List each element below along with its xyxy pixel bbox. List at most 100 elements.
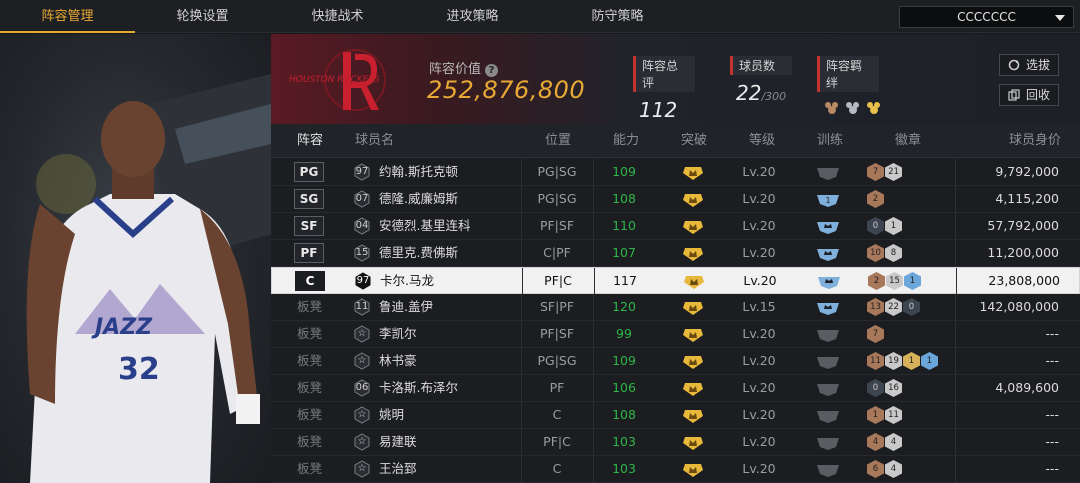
badge-silver-icon[interactable]: 8 (885, 244, 902, 262)
badge-gold-icon[interactable]: 1 (903, 352, 920, 370)
training-icon[interactable] (817, 408, 839, 423)
tab-lineup-management[interactable]: 阵容管理 (0, 0, 135, 33)
badge-silver-icon[interactable]: 4 (885, 460, 902, 478)
badge-bronze-icon[interactable]: 2 (868, 272, 885, 290)
row-player-name[interactable]: 安德烈.基里连科 (379, 213, 470, 239)
training-icon[interactable] (817, 354, 839, 369)
table-row[interactable]: C 97 卡尔.马龙 PF|C 117 Lv.20 2 15 1 23,808,000 (271, 267, 1080, 294)
row-jersey-number: 11 (355, 301, 369, 312)
training-icon[interactable]: 1 (817, 192, 839, 207)
row-player-name[interactable]: 德隆.威廉姆斯 (379, 186, 458, 212)
row-rating: 103 (612, 434, 636, 449)
row-player-name[interactable]: 约翰.斯托克顿 (379, 159, 458, 185)
table-row[interactable]: SG 07 德隆.威廉姆斯 PG|SG 108 Lv.20 1 2 4,115,200 (271, 186, 1080, 213)
badge-silver-icon[interactable]: 15 (886, 272, 903, 290)
training-icon[interactable] (817, 327, 839, 342)
badge-bronze-icon[interactable]: 6 (867, 460, 884, 478)
column-position[interactable]: 位置 (545, 124, 571, 158)
column-badges[interactable]: 徽章 (895, 124, 921, 158)
training-icon[interactable] (817, 219, 839, 234)
tab-defense-strategy[interactable]: 防守策略 (550, 0, 685, 33)
badge-bronze-icon[interactable]: 11 (867, 352, 884, 370)
row-level: Lv.20 (742, 434, 776, 449)
training-icon[interactable] (817, 165, 839, 180)
crown-icon[interactable] (684, 274, 704, 289)
table-row[interactable]: PF 15 德里克.费佛斯 C|PF 107 Lv.20 10 8 11,200,000 (271, 240, 1080, 267)
training-icon[interactable] (817, 462, 839, 477)
column-breakthrough[interactable]: 突破 (681, 124, 707, 158)
row-player-name[interactable]: 卡尔.马龙 (380, 268, 434, 294)
training-icon[interactable] (817, 435, 839, 450)
bond-group-icon-bronze[interactable] (823, 100, 841, 116)
badge-bronze-icon[interactable]: 7 (867, 325, 884, 343)
crown-icon[interactable] (683, 435, 703, 450)
recycle-button[interactable]: 回收 (999, 84, 1059, 106)
badge-silver-icon[interactable]: 19 (885, 352, 902, 370)
player-count-box: 球员数 22/300 (730, 56, 792, 105)
table-row[interactable]: 板凳 ☆ 李凯尔 PF|SF 99 Lv.20 7 --- (271, 321, 1080, 348)
row-player-name[interactable]: 鲁迪.盖伊 (379, 294, 433, 320)
badge-bronze-icon[interactable]: 13 (867, 298, 884, 316)
row-player-name[interactable]: 姚明 (379, 402, 404, 428)
badge-bronze-icon[interactable]: 4 (867, 433, 884, 451)
badge-dark-icon[interactable]: 0 (867, 217, 884, 235)
badge-bronze-icon[interactable]: 1 (867, 406, 884, 424)
row-slot-badge: SF (294, 216, 324, 236)
row-player-name[interactable]: 李凯尔 (379, 321, 417, 347)
badge-dark-icon[interactable]: 0 (903, 298, 920, 316)
crown-icon[interactable] (683, 165, 703, 180)
crown-icon[interactable] (683, 381, 703, 396)
badge-silver-icon[interactable]: 11 (885, 406, 902, 424)
bond-group-icon-gold[interactable] (865, 100, 883, 116)
badge-blue-icon[interactable]: 1 (921, 352, 938, 370)
badge-bronze-icon[interactable]: 2 (867, 190, 884, 208)
crown-icon[interactable] (683, 327, 703, 342)
table-row[interactable]: 板凳 06 卡洛斯.布泽尔 PF 106 Lv.20 0 16 4,089,600 (271, 375, 1080, 402)
training-icon[interactable] (817, 300, 839, 315)
table-row[interactable]: SF 04 安德烈.基里连科 PF|SF 110 Lv.20 0 1 57,792,000 (271, 213, 1080, 240)
column-training[interactable]: 训练 (817, 124, 843, 158)
row-player-name[interactable]: 德里克.费佛斯 (379, 240, 458, 266)
crown-icon[interactable] (683, 219, 703, 234)
bond-group-icon-silver[interactable] (844, 100, 862, 116)
crown-icon[interactable] (683, 246, 703, 261)
column-rating[interactable]: 能力 (613, 124, 639, 158)
badge-silver-icon[interactable]: 16 (885, 379, 902, 397)
training-icon[interactable] (817, 246, 839, 261)
row-player-name[interactable]: 王治郅 (379, 456, 417, 482)
badge-silver-icon[interactable]: 21 (885, 163, 902, 181)
tab-quick-tactics[interactable]: 快捷战术 (270, 0, 405, 33)
column-player-value[interactable]: 球员身价 (1009, 124, 1061, 158)
table-row[interactable]: 板凳 ☆ 林书豪 PG|SG 109 Lv.20 11 19 1 1 --- (271, 348, 1080, 375)
badge-dark-icon[interactable]: 0 (867, 379, 884, 397)
tab-rotation-settings[interactable]: 轮换设置 (135, 0, 270, 33)
player-count-value: 22/300 (730, 81, 792, 105)
badge-bronze-icon[interactable]: 7 (867, 163, 884, 181)
row-player-name[interactable]: 卡洛斯.布泽尔 (379, 375, 458, 401)
badge-silver-icon[interactable]: 22 (885, 298, 902, 316)
row-player-name[interactable]: 易建联 (379, 429, 417, 455)
select-button[interactable]: 选拔 (999, 54, 1059, 76)
crown-icon[interactable] (683, 354, 703, 369)
crown-icon[interactable] (683, 300, 703, 315)
column-lineup[interactable]: 阵容 (297, 124, 323, 158)
badge-silver-icon[interactable]: 1 (885, 217, 902, 235)
badge-blue-icon[interactable]: 1 (904, 272, 921, 290)
column-level[interactable]: 等级 (749, 124, 775, 158)
training-icon[interactable] (817, 381, 839, 396)
column-player-name[interactable]: 球员名 (355, 124, 394, 158)
team-select-dropdown[interactable]: CCCCCCC (899, 6, 1074, 28)
table-row[interactable]: PG 97 约翰.斯托克顿 PG|SG 109 Lv.20 7 21 9,792,000 (271, 159, 1080, 186)
row-player-name[interactable]: 林书豪 (379, 348, 417, 374)
table-row[interactable]: 板凳 11 鲁迪.盖伊 SF|PF 120 Lv.15 13 22 0 142,080,000 (271, 294, 1080, 321)
tab-offense-strategy[interactable]: 进攻策略 (405, 0, 540, 33)
crown-icon[interactable] (683, 462, 703, 477)
badge-silver-icon[interactable]: 4 (885, 433, 902, 451)
crown-icon[interactable] (683, 408, 703, 423)
table-row[interactable]: 板凳 ☆ 易建联 PF|C 103 Lv.20 4 4 --- (271, 429, 1080, 456)
training-icon[interactable] (818, 274, 840, 289)
badge-bronze-icon[interactable]: 10 (867, 244, 884, 262)
table-row[interactable]: 板凳 ☆ 王治郅 C 103 Lv.20 6 4 --- (271, 456, 1080, 483)
crown-icon[interactable] (683, 192, 703, 207)
table-row[interactable]: 板凳 ☆ 姚明 C 108 Lv.20 1 11 --- (271, 402, 1080, 429)
